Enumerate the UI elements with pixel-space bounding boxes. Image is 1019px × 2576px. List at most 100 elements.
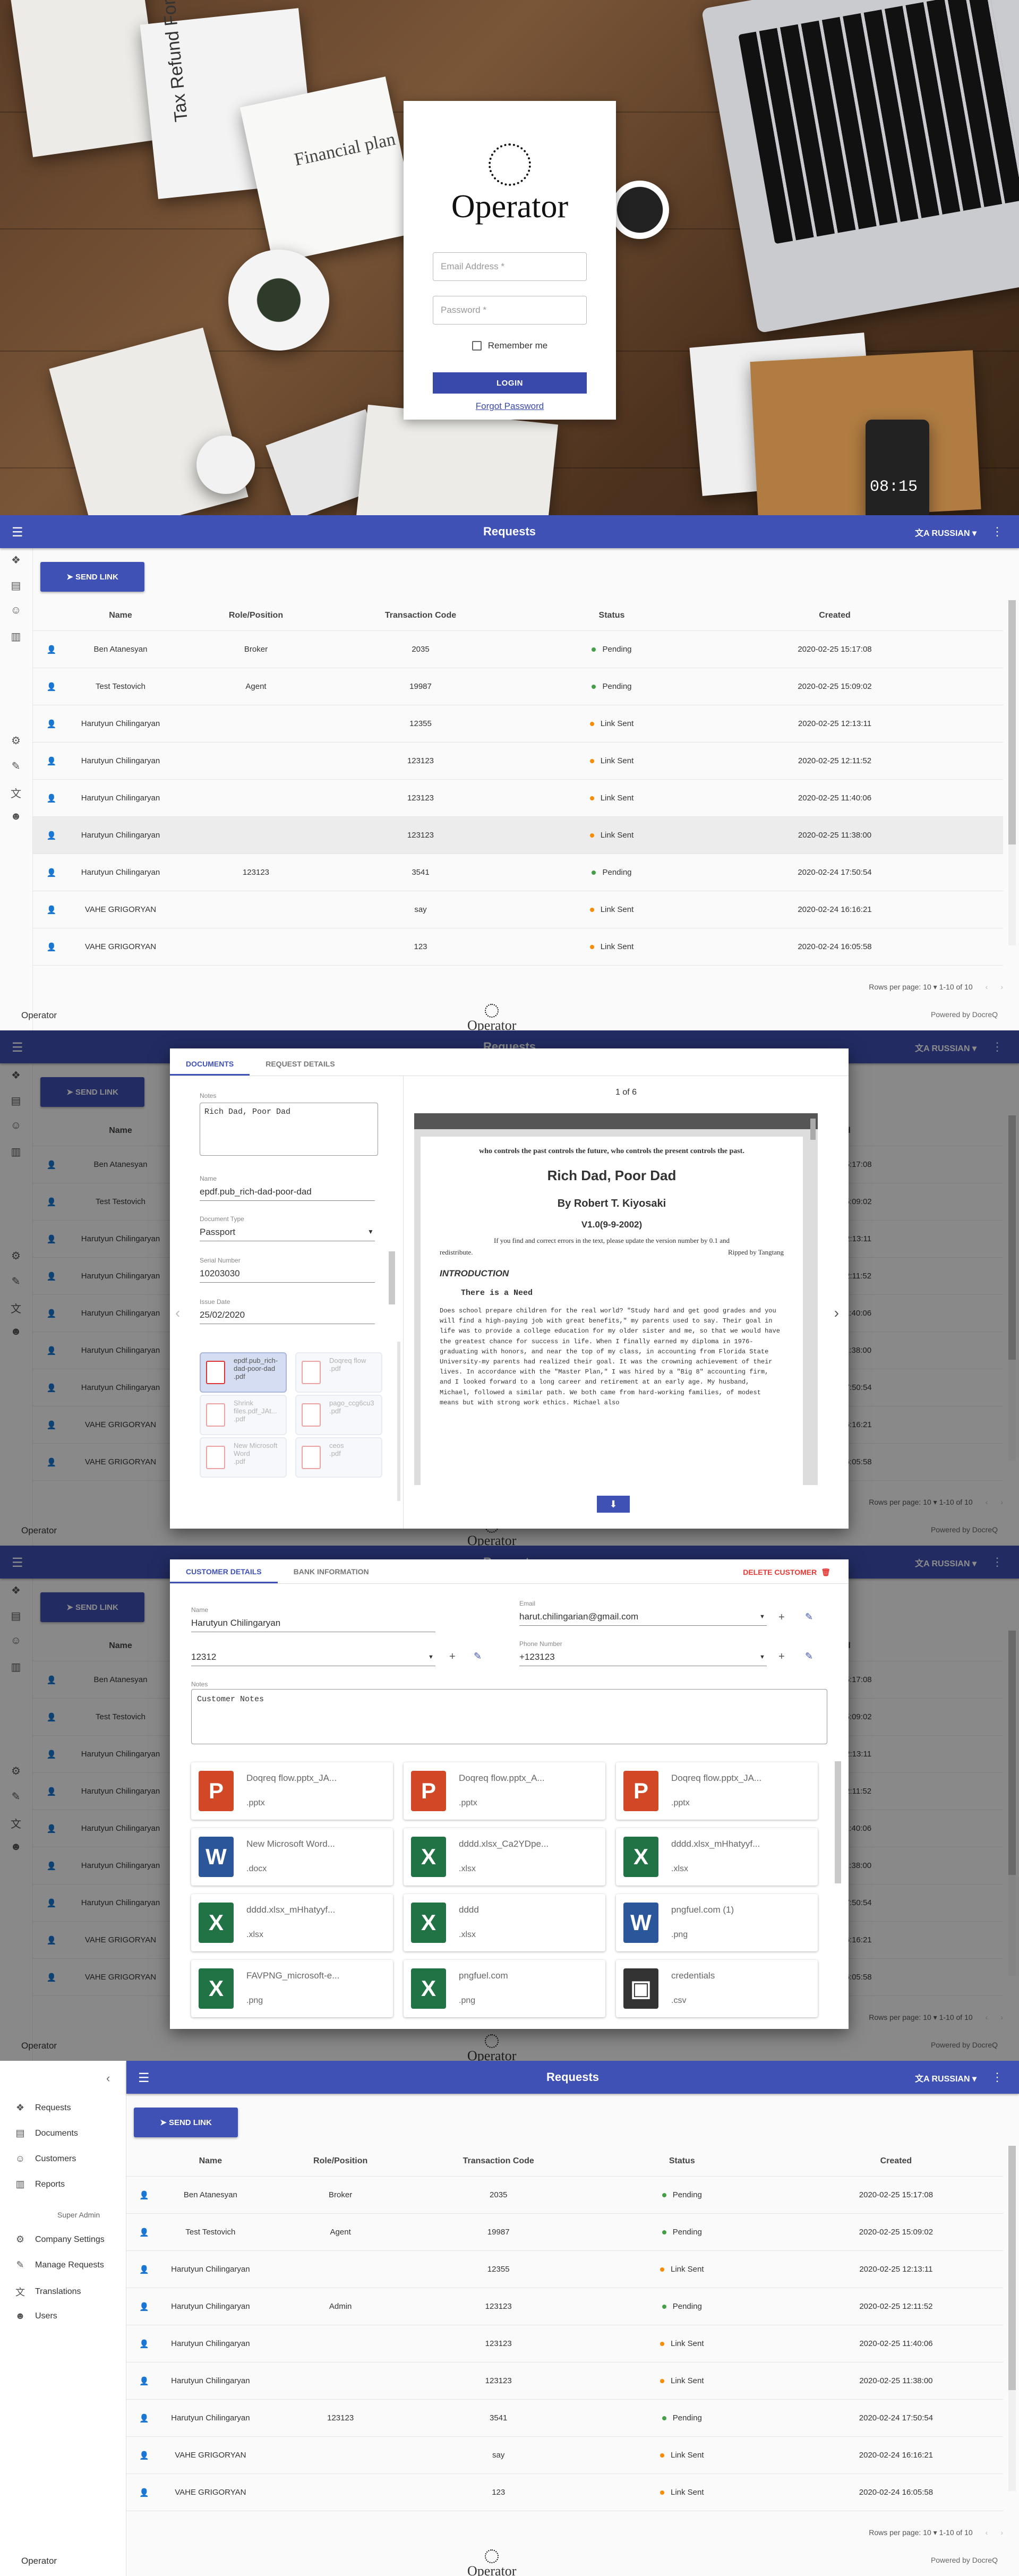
sidebar-item-users[interactable]: ☻ Users [15, 2310, 57, 2322]
table-row[interactable]: 👤 Harutyun Chilingaryan 123123 Link Sent 202… [33, 743, 1003, 780]
add-phone-icon[interactable]: + [778, 1651, 785, 1663]
language-selector[interactable]: 文A RUSSIAN ▾ [915, 2071, 977, 2084]
dropdown-arrow-icon[interactable]: ▼ [759, 1654, 765, 1660]
remember-checkbox[interactable] [472, 341, 482, 351]
next-document-icon[interactable]: › [834, 1304, 839, 1321]
file-card[interactable]: Xdddd.xlsx_mHhatyyf... .xlsx [616, 1828, 818, 1886]
dropdown-arrow-icon[interactable]: ▼ [367, 1228, 374, 1235]
document-thumbnail[interactable]: Doqreq flow .pdf [295, 1352, 382, 1393]
dropdown-arrow-icon[interactable]: ▼ [428, 1654, 434, 1660]
sidebar-item-manage-requests[interactable]: ✎ Manage Requests [15, 2259, 104, 2271]
table-row[interactable]: 👤 Harutyun Chilingaryan 123123 3541 Pending 2… [126, 2400, 1003, 2437]
notes-field[interactable]: Customer Notes [191, 1689, 827, 1744]
chevron-down-icon[interactable]: ▾ [931, 2528, 939, 2537]
next-page-icon[interactable]: › [1000, 2528, 1003, 2537]
settings-icon[interactable]: ⚙ [10, 734, 22, 747]
table-row[interactable]: 👤 Harutyun Chilingaryan 123123 Link Sent 202… [33, 780, 1003, 817]
document-thumbnail[interactable]: ceos .pdf [295, 1437, 382, 1478]
document-thumbnail[interactable]: pago_ccg6cu3 .pdf [295, 1395, 382, 1435]
table-row[interactable]: 👤 Test Testovich Agent 19987 Pending 2020-02-… [33, 668, 1003, 705]
next-page-icon[interactable]: › [1000, 983, 1003, 991]
file-card[interactable]: P Doqreq flow.pptx_A... .pptx [404, 1762, 605, 1820]
table-scrollbar[interactable] [1008, 2146, 1016, 2491]
add-email-icon[interactable]: + [778, 1611, 785, 1624]
prev-document-icon[interactable]: ‹ [175, 1304, 180, 1321]
delete-customer-button[interactable]: DELETE CUSTOMER 🗑 [743, 1568, 830, 1577]
sidebar-item-requests[interactable]: ❖ Requests [15, 2102, 71, 2113]
document-type-field[interactable]: Passport [200, 1224, 375, 1241]
file-card[interactable]: Xdddd .xlsx [404, 1894, 605, 1951]
chevron-down-icon[interactable]: ▾ [931, 983, 939, 991]
file-card[interactable]: P Doqreq flow.pptx_JA... .pptx [191, 1762, 393, 1820]
table-row[interactable]: 👤 VAHE GRIGORYAN say Link Sent 2020-02-24 16… [33, 891, 1003, 928]
tab-documents[interactable]: DOCUMENTS [170, 1060, 250, 1076]
issue-date-field[interactable]: 25/02/2020 [200, 1307, 375, 1324]
name-field[interactable]: epdf.pub_rich-dad-poor-dad [200, 1183, 375, 1201]
email-field[interactable]: Email Address * [433, 252, 587, 281]
file-card[interactable]: X FAVPNG_microsoft-e... .png [191, 1960, 393, 2017]
table-row[interactable]: 👤 Harutyun Chilingaryan Admin 123123 Pending… [126, 2288, 1003, 2325]
document-icon[interactable]: ▤ [10, 579, 22, 592]
document-thumbnail[interactable]: Shrink files.pdf_JAt... .pdf [200, 1395, 287, 1435]
edit-id-icon[interactable]: ✎ [474, 1651, 482, 1662]
file-card[interactable]: Xdddd.xlsx_Ca2YDpe... .xlsx [404, 1828, 605, 1886]
login-button[interactable]: LOGIN [433, 372, 587, 394]
download-button[interactable]: ⬇ [597, 1496, 630, 1513]
send-link-button[interactable]: ➤ SEND LINK [134, 2108, 238, 2137]
translate-icon[interactable]: 文 [10, 785, 22, 800]
form-scrollbar[interactable] [389, 1251, 395, 1304]
table-row[interactable]: 👤 Harutyun Chilingaryan 123123 Link Sent 202… [33, 817, 1003, 854]
thumbs-scrollbar[interactable] [397, 1342, 400, 1501]
table-row[interactable]: 👤 Harutyun Chilingaryan 12355 Link Sent 2020… [126, 2251, 1003, 2288]
table-row[interactable]: 👤 Harutyun Chilingaryan 123123 Link Sent 202… [126, 2325, 1003, 2362]
sidebar-item-translations[interactable]: 文 Translations [15, 2285, 81, 2299]
table-row[interactable]: 👤 Ben Atanesyan Broker 2035 Pending 2020-02-2… [33, 631, 1003, 668]
file-card[interactable]: ▣ credentials .csv [616, 1960, 818, 2017]
file-card[interactable]: Xdddd.xlsx_mHhatyyf... .xlsx [191, 1894, 393, 1951]
people-icon[interactable]: ☺ [10, 604, 22, 617]
table-row[interactable]: 👤 Harutyun Chilingaryan 12355 Link Sent 2020… [33, 705, 1003, 743]
table-row[interactable]: 👤 VAHE GRIGORYAN 123 Link Sent 2020-02-24 16… [126, 2474, 1003, 2511]
file-card[interactable]: Xpngfuel.com .png [404, 1960, 605, 2017]
remember-me[interactable]: Remember me [404, 340, 616, 351]
email-field[interactable]: harut.chilingarian@gmail.com [519, 1608, 767, 1626]
file-card[interactable]: W New Microsoft Word... .docx [191, 1828, 393, 1886]
more-vert-icon[interactable]: ⋮ [991, 2070, 1003, 2084]
scrollbar-thumb[interactable] [1008, 600, 1016, 845]
file-card[interactable]: Wpngfuel.com (1) .png [616, 1894, 818, 1951]
table-row[interactable]: 👤 Ben Atanesyan Broker 2035 Pending 2020-02-2… [126, 2177, 1003, 2214]
sidebar-item-reports[interactable]: ▥ Reports [15, 2179, 65, 2190]
name-field[interactable]: Harutyun Chilingaryan [191, 1615, 435, 1632]
serial-number-field[interactable]: 10203030 [200, 1265, 375, 1283]
password-field[interactable]: Password * [433, 296, 587, 325]
tab-bank-information[interactable]: BANK INFORMATION [278, 1567, 385, 1583]
phone-field[interactable]: +123123 [519, 1649, 767, 1666]
scrollbar-thumb[interactable] [1008, 2146, 1016, 2390]
file-card[interactable]: P Doqreq flow.pptx_JA... .pptx [616, 1762, 818, 1820]
edit-email-icon[interactable]: ✎ [805, 1611, 813, 1623]
files-scrollbar[interactable] [835, 1761, 841, 1883]
sidebar-item-customers[interactable]: ☺ Customers [15, 2153, 76, 2164]
edit-icon[interactable]: ✎ [10, 760, 22, 772]
table-row[interactable]: 👤 Harutyun Chilingaryan 123123 3541 Pending 2… [33, 854, 1003, 891]
sidebar-item-company-settings[interactable]: ⚙ Company Settings [15, 2234, 105, 2245]
prev-page-icon[interactable]: ‹ [986, 2528, 988, 2537]
user-icon[interactable]: ☻ [10, 811, 22, 823]
send-link-button[interactable]: ➤ SEND LINK [40, 562, 144, 592]
collapse-chevron-icon[interactable]: ‹ [106, 2071, 110, 2085]
forgot-password-link[interactable]: Forgot Password [404, 401, 616, 412]
sidebar-item-documents[interactable]: ▤ Documents [15, 2128, 78, 2139]
rows-per-page-select[interactable]: 10 [923, 2528, 931, 2537]
table-row[interactable]: 👤 VAHE GRIGORYAN say Link Sent 2020-02-24 16… [126, 2437, 1003, 2474]
chart-icon[interactable]: ▥ [10, 630, 22, 643]
pdf-scrollbar[interactable] [810, 1119, 816, 1140]
table-row[interactable]: 👤 VAHE GRIGORYAN 123 Link Sent 2020-02-24 16… [33, 928, 1003, 966]
document-thumbnail[interactable]: New Microsoft Word .pdf [200, 1437, 287, 1478]
language-selector[interactable]: 文A RUSSIAN ▾ [915, 526, 977, 539]
prev-page-icon[interactable]: ‹ [986, 983, 988, 991]
notes-field[interactable]: Rich Dad, Poor Dad [200, 1103, 378, 1156]
rows-per-page-select[interactable]: 10 [923, 983, 931, 991]
id-field[interactable]: 12312 [191, 1649, 435, 1666]
layers-icon[interactable]: ❖ [10, 553, 22, 566]
edit-phone-icon[interactable]: ✎ [805, 1651, 813, 1662]
